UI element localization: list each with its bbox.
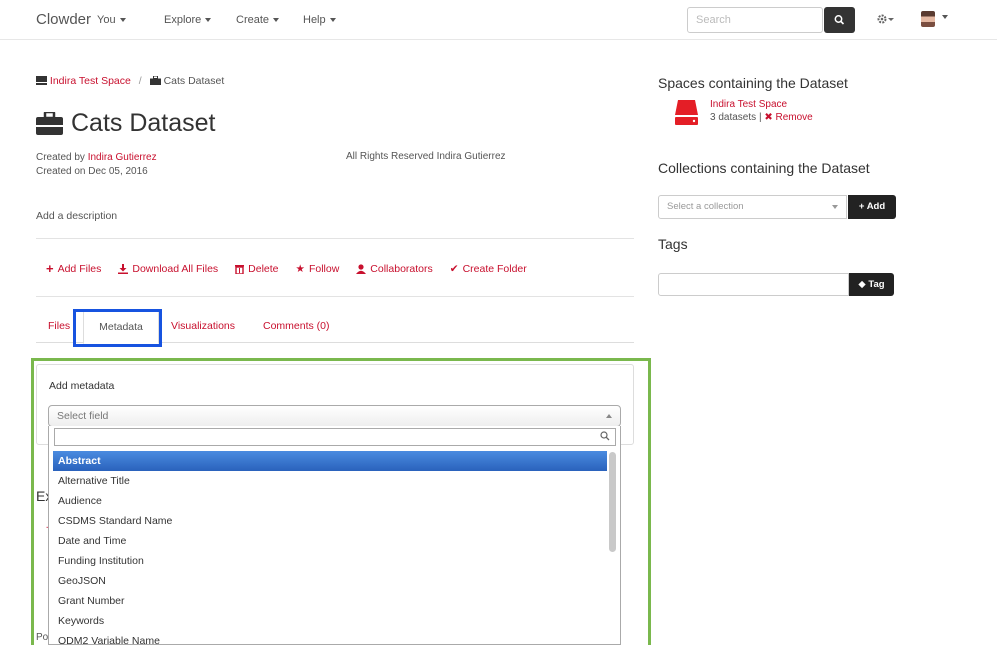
plus-icon: + xyxy=(46,261,54,276)
divider xyxy=(36,238,634,239)
plus-icon: + xyxy=(858,201,865,212)
collections-heading: Collections containing the Dataset xyxy=(658,160,870,176)
creator-link[interactable]: Indira Gutierrez xyxy=(88,152,157,163)
create-folder-label: Create Folder xyxy=(462,262,527,275)
tab-visualizations[interactable]: Visualizations xyxy=(171,320,235,332)
settings-menu[interactable] xyxy=(877,12,897,29)
gear-icon xyxy=(877,14,894,24)
created-by: Created by Indira Gutierrez xyxy=(36,151,157,165)
hard-drive-icon xyxy=(675,100,698,125)
follow-label: Follow xyxy=(308,262,340,275)
brand-logo[interactable]: Clowder xyxy=(36,11,91,28)
dataset-actions: + Add Files Download All Files Delete ★ Fo… xyxy=(46,261,544,276)
add-tag-button[interactable]: ◆ Tag xyxy=(849,273,894,296)
tab-comments[interactable]: Comments (0) xyxy=(263,320,330,332)
star-icon: ★ xyxy=(295,262,305,275)
download-all-button[interactable]: Download All Files xyxy=(118,261,218,276)
search-input[interactable]: Search xyxy=(687,7,823,33)
tag-icon: ◆ xyxy=(858,279,866,290)
tab-files[interactable]: Files xyxy=(48,320,70,332)
search-button[interactable] xyxy=(824,7,855,33)
trash-icon xyxy=(235,264,245,274)
close-icon: ✖ xyxy=(764,112,773,123)
follow-button[interactable]: ★ Follow xyxy=(296,261,340,276)
briefcase-icon xyxy=(149,75,161,85)
nav-you-label: You xyxy=(97,14,116,26)
collection-placeholder: Select a collection xyxy=(667,201,744,212)
add-files-button[interactable]: + Add Files xyxy=(46,261,101,276)
check-icon: ✔ xyxy=(449,262,459,275)
divider xyxy=(36,296,634,297)
add-collection-button[interactable]: + Add xyxy=(848,195,896,219)
created-by-label: Created by xyxy=(36,152,85,163)
remove-space-link[interactable]: Remove xyxy=(776,112,813,123)
add-files-label: Add Files xyxy=(57,262,102,275)
spaces-heading: Spaces containing the Dataset xyxy=(658,75,848,91)
metadata-tab-highlight xyxy=(73,309,162,347)
create-folder-button[interactable]: ✔ Create Folder xyxy=(450,261,527,276)
top-navbar: Clowder You Explore Create Help Search xyxy=(0,0,997,40)
space-separator: | xyxy=(758,112,762,123)
license-text: All Rights Reserved Indira Gutierrez xyxy=(346,151,506,162)
chevron-down-icon xyxy=(832,205,838,209)
nav-help-label: Help xyxy=(303,14,326,26)
delete-label: Delete xyxy=(248,262,279,275)
delete-button[interactable]: Delete xyxy=(235,261,279,276)
page-title: Cats Dataset xyxy=(36,109,216,138)
nav-create[interactable]: Create xyxy=(236,14,280,26)
avatar[interactable] xyxy=(921,11,935,27)
add-description-link[interactable]: Add a description xyxy=(36,210,117,222)
created-on: Created on Dec 05, 2016 xyxy=(36,166,148,177)
dropdown-highlight xyxy=(31,358,651,645)
breadcrumb: Indira Test Space / Cats Dataset xyxy=(36,75,224,87)
collaborators-label: Collaborators xyxy=(370,262,433,275)
collection-select[interactable]: Select a collection xyxy=(658,195,847,219)
user-icon xyxy=(356,263,367,274)
nav-explore-label: Explore xyxy=(164,14,202,26)
collaborators-button[interactable]: Collaborators xyxy=(356,261,433,276)
search-icon xyxy=(834,15,845,25)
add-collection-label: Add xyxy=(866,201,886,212)
space-dataset-count: 3 datasets xyxy=(710,112,757,123)
dataset-title: Cats Dataset xyxy=(71,109,216,137)
chevron-down-icon xyxy=(205,18,212,23)
chevron-down-icon xyxy=(329,18,336,23)
dataset-creation-info: Created by Indira Gutierrez Created on D… xyxy=(36,151,157,179)
chevron-down-icon xyxy=(942,15,948,19)
download-icon xyxy=(118,263,129,274)
space-details: 3 datasets | ✖ Remove xyxy=(710,112,813,123)
breadcrumb-space-link[interactable]: Indira Test Space xyxy=(50,75,131,87)
add-tag-label: Tag xyxy=(868,279,885,290)
chevron-down-icon xyxy=(273,18,280,23)
breadcrumb-dataset: Cats Dataset xyxy=(163,75,225,87)
nav-explore[interactable]: Explore xyxy=(164,14,212,26)
tags-heading: Tags xyxy=(658,236,688,252)
download-label: Download All Files xyxy=(132,262,219,275)
breadcrumb-separator: / xyxy=(138,75,142,87)
briefcase-icon xyxy=(36,112,63,135)
drive-icon xyxy=(36,76,47,85)
tag-input[interactable] xyxy=(658,273,849,296)
nav-you[interactable]: You xyxy=(97,14,126,26)
space-link[interactable]: Indira Test Space xyxy=(710,99,787,110)
chevron-down-icon xyxy=(119,18,126,23)
nav-create-label: Create xyxy=(236,14,270,26)
nav-help[interactable]: Help xyxy=(303,14,336,26)
